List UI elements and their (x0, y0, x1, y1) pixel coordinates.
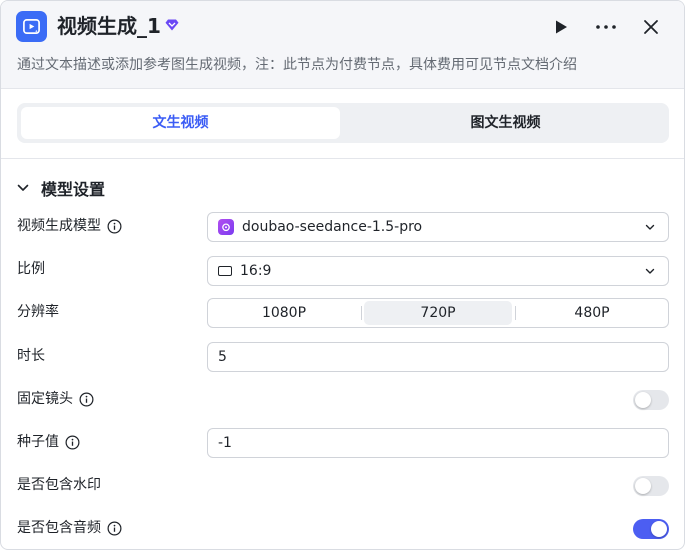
premium-diamond-icon (165, 19, 179, 35)
seed-input[interactable]: -1 (207, 428, 669, 458)
fixed-camera-row-label: 固定镜头 (17, 389, 94, 409)
duration-input[interactable]: 5 (207, 342, 669, 372)
ratio-label: 比例 (17, 261, 45, 277)
watermark-toggle[interactable] (633, 476, 669, 496)
more-options-button[interactable] (593, 14, 619, 40)
segment-separator (361, 306, 362, 320)
resolution-segmented-control: 1080P 720P 480P (207, 298, 669, 328)
mode-tabs: 文生视频 图文生视频 (17, 103, 669, 143)
divider (1, 158, 684, 159)
resolution-label: 分辨率 (17, 304, 59, 320)
chevron-down-icon (645, 224, 655, 230)
node-title: 视频生成_1 (57, 14, 161, 38)
resolution-row-label: 分辨率 (17, 302, 59, 322)
aspect-ratio-icon (218, 266, 232, 276)
seed-value: -1 (218, 435, 232, 451)
duration-row-label: 时长 (17, 346, 45, 366)
node-header: 视频生成_1 通过文本描述或添加参考图生成视频，注：此节点为付费节点，具体费用可… (1, 1, 684, 89)
info-icon[interactable] (107, 521, 122, 536)
toggle-knob (651, 521, 667, 537)
ratio-row-label: 比例 (17, 259, 45, 279)
seed-row-label: 种子值 (17, 432, 80, 452)
node-panel: 视频生成_1 通过文本描述或添加参考图生成视频，注：此节点为付费节点，具体费用可… (0, 0, 685, 550)
ratio-value: 16:9 (240, 263, 272, 279)
info-icon[interactable] (65, 435, 80, 450)
watermark-row-label: 是否包含水印 (17, 475, 101, 495)
seed-label: 种子值 (17, 434, 59, 450)
segment-separator (515, 306, 516, 320)
resolution-option-720p[interactable]: 720P (364, 301, 512, 325)
tab-text-to-video[interactable]: 文生视频 (21, 107, 340, 139)
chevron-down-icon (17, 184, 29, 191)
chevron-down-icon (645, 268, 655, 274)
tab-image-text-to-video[interactable]: 图文生视频 (346, 107, 665, 139)
toggle-knob (635, 392, 651, 408)
model-select[interactable]: doubao-seedance-1.5-pro (207, 212, 669, 242)
audio-toggle[interactable] (633, 519, 669, 539)
node-description: 通过文本描述或添加参考图生成视频，注：此节点为付费节点，具体费用可见节点文档介绍 (17, 57, 577, 73)
audio-label: 是否包含音频 (17, 520, 101, 536)
fixed-camera-label: 固定镜头 (17, 391, 73, 407)
resolution-option-1080p[interactable]: 1080P (210, 301, 358, 325)
watermark-label: 是否包含水印 (17, 477, 101, 493)
duration-label: 时长 (17, 348, 45, 364)
info-icon[interactable] (107, 219, 122, 234)
section-title: 模型设置 (41, 180, 106, 199)
resolution-option-480p[interactable]: 480P (518, 301, 666, 325)
model-row-label: 视频生成模型 (17, 216, 122, 236)
fixed-camera-toggle[interactable] (633, 390, 669, 410)
duration-value: 5 (218, 349, 227, 365)
ratio-select[interactable]: 16:9 (207, 256, 669, 286)
model-logo-icon (218, 219, 234, 235)
model-value: doubao-seedance-1.5-pro (242, 219, 423, 235)
run-button[interactable] (548, 14, 574, 40)
audio-row-label: 是否包含音频 (17, 518, 122, 538)
model-label: 视频生成模型 (17, 218, 101, 234)
toggle-knob (635, 478, 651, 494)
close-button[interactable] (638, 14, 664, 40)
info-icon[interactable] (79, 392, 94, 407)
model-settings-toggle[interactable]: 模型设置 (17, 176, 105, 200)
video-generation-icon (16, 11, 47, 42)
